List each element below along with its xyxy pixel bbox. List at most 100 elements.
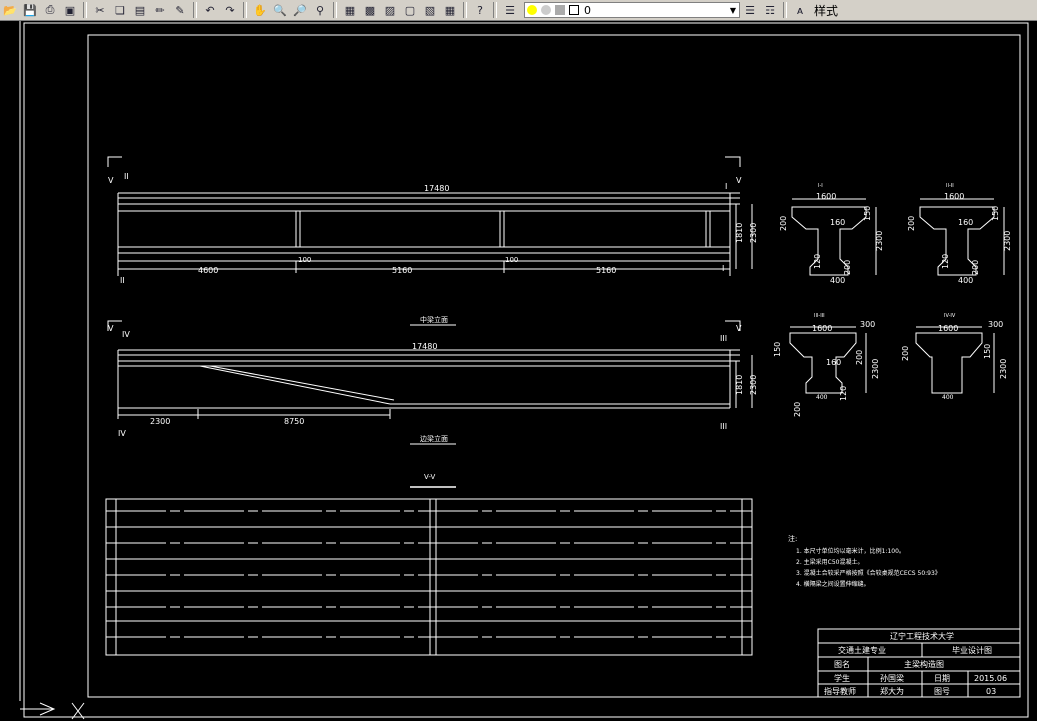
elev1-dim-seg-1: 4600 [198,266,218,275]
section-iv-iv [915,326,995,394]
lightbulb-icon[interactable] [527,5,537,15]
block-editor-icon[interactable]: ✎ [171,2,189,18]
section-2-dim-8: 400 [958,276,973,285]
section-2-title: II-II [946,183,954,189]
standard-toolbar: 📂 💾 ⎙ ▣ ✂ ❏ ▤ ✏ ✎ ↶ ↷ ✋ 🔍 🔎 ⚲ ▦ ▩ ▨ ▢ ▧ … [0,0,1037,21]
section-2-dim-7: 200 [971,260,980,275]
pan-icon[interactable]: ✋ [251,2,269,18]
note-item: 3. 混凝土合较采严格按照《合较桌规范CECS 50:93》 [796,569,941,577]
drawing-canvas[interactable]: 17480 4600 5160 5160 100 100 1810 2300 V… [0,21,1037,721]
section-2-dim-3: 160 [958,218,973,227]
cut-icon[interactable]: ✂ [91,2,109,18]
elev2-dim-seg-2: 8750 [284,417,304,426]
print-icon[interactable]: ⎙ [41,2,59,18]
section-3-dim-9: 120 [839,386,848,401]
section-3-dim-3: 150 [773,342,782,357]
title-sheet-label: 图号 [934,687,950,696]
undo-icon[interactable]: ↶ [201,2,219,18]
notes-heading: 注: [788,534,797,543]
title-student-value: 孙国梁 [880,673,904,683]
color-swatch-icon [569,5,579,15]
sheet-set-icon[interactable]: ▢ [401,2,419,18]
layer-dropdown[interactable]: 0 ▼ [524,2,740,18]
text-style-icon[interactable]: ᴀ [791,2,809,18]
section-1-dim-8: 400 [830,276,845,285]
section-3-dim-4: 200 [855,350,864,365]
elev2-marker-iv-top: IV [122,330,130,339]
elev1-dim-seg-2: 5160 [392,266,412,275]
properties-icon[interactable]: ▦ [341,2,359,18]
elev2-dim-h2: 2300 [749,375,758,395]
section-1-dim-1: 1600 [816,192,836,201]
elev1-marker-i-bottom: I [722,264,724,273]
plan-view [105,498,753,656]
section-1-dim-4: 150 [863,206,872,221]
section-2-dim-5: 2300 [1003,231,1012,251]
plan-title: V-V [424,473,435,481]
elev1-dim-h2: 2300 [749,223,758,243]
help-icon[interactable]: ? [471,2,489,18]
elev2-marker-v-left: V [108,324,114,333]
title-advisor-value: 郑大为 [880,686,904,696]
layer-manager-icon[interactable]: ☰ [501,2,519,18]
lock-icon[interactable] [555,5,565,15]
chevron-down-icon[interactable]: ▼ [727,6,739,15]
zoom-window-icon[interactable]: 🔎 [291,2,309,18]
open-icon[interactable]: 📂 [1,2,19,18]
section-3-dim-2: 300 [860,320,875,329]
title-school: 辽宁工程技术大学 [890,631,954,641]
save-icon[interactable]: 💾 [21,2,39,18]
section-3-title: III-III [814,313,825,319]
calculator-icon[interactable]: ▦ [441,2,459,18]
section-4-dim-5: 2300 [999,359,1008,379]
section-4-dim-4: 150 [983,344,992,359]
redo-icon[interactable]: ↷ [221,2,239,18]
section-1-dim-2: 200 [779,216,788,231]
elev2-dim-total: 17480 [412,342,437,351]
title-major: 交通土建专业 [838,645,886,655]
elev1-marker-ii-bottom: II [120,276,125,285]
title-student-label: 学生 [834,673,850,683]
toolbar-separator [243,2,247,18]
design-center-icon[interactable]: ▩ [361,2,379,18]
copy-icon[interactable]: ❏ [111,2,129,18]
toolbar-separator [83,2,87,18]
elevation-edge-beam [107,320,753,419]
paste-icon[interactable]: ▤ [131,2,149,18]
layer-previous-icon[interactable]: ☰ [741,2,759,18]
layer-state-icon[interactable]: ☶ [761,2,779,18]
section-4-dim-2: 300 [988,320,1003,329]
match-properties-icon[interactable]: ✏ [151,2,169,18]
section-3-dim-6: 2300 [871,359,880,379]
section-2-dim-2: 200 [907,216,916,231]
title-date-value: 2015.06 [974,674,1007,683]
style-label: 样式 [814,3,839,18]
sun-icon[interactable] [541,5,551,15]
title-advisor-label: 指导教师 [824,686,856,696]
elev1-dim-seg-3: 5160 [596,266,616,275]
elev2-marker-iii-bottom: III [720,422,727,431]
elev1-marker-ii-top: II [124,172,129,181]
zoom-realtime-icon[interactable]: 🔍 [271,2,289,18]
zoom-previous-icon[interactable]: ⚲ [311,2,329,18]
title-sheet-value: 03 [986,687,996,696]
elevation-middle-beam [107,156,753,276]
section-4-dim-3: 200 [901,346,910,361]
plot-preview-icon[interactable]: ▣ [61,2,79,18]
tool-palettes-icon[interactable]: ▨ [381,2,399,18]
elev1-marker-v-left: V [108,176,114,185]
title-date-label: 日期 [934,674,950,683]
title-design-type: 毕业设计图 [952,645,992,655]
title-name-value: 主梁构造图 [904,659,944,669]
section-2-dim-1: 1600 [944,192,964,201]
toolbar-separator [493,2,497,18]
section-2-dim-6: 120 [941,254,950,269]
section-1-title: I-I [818,183,823,189]
section-2-dim-4: 150 [991,206,1000,221]
elev2-dim-seg-1: 2300 [150,417,170,426]
section-4-title: IV-IV [944,313,956,319]
toolbar-separator [783,2,787,18]
toolbar-separator [463,2,467,18]
section-4-dim-6: 400 [942,394,954,401]
markup-icon[interactable]: ▧ [421,2,439,18]
